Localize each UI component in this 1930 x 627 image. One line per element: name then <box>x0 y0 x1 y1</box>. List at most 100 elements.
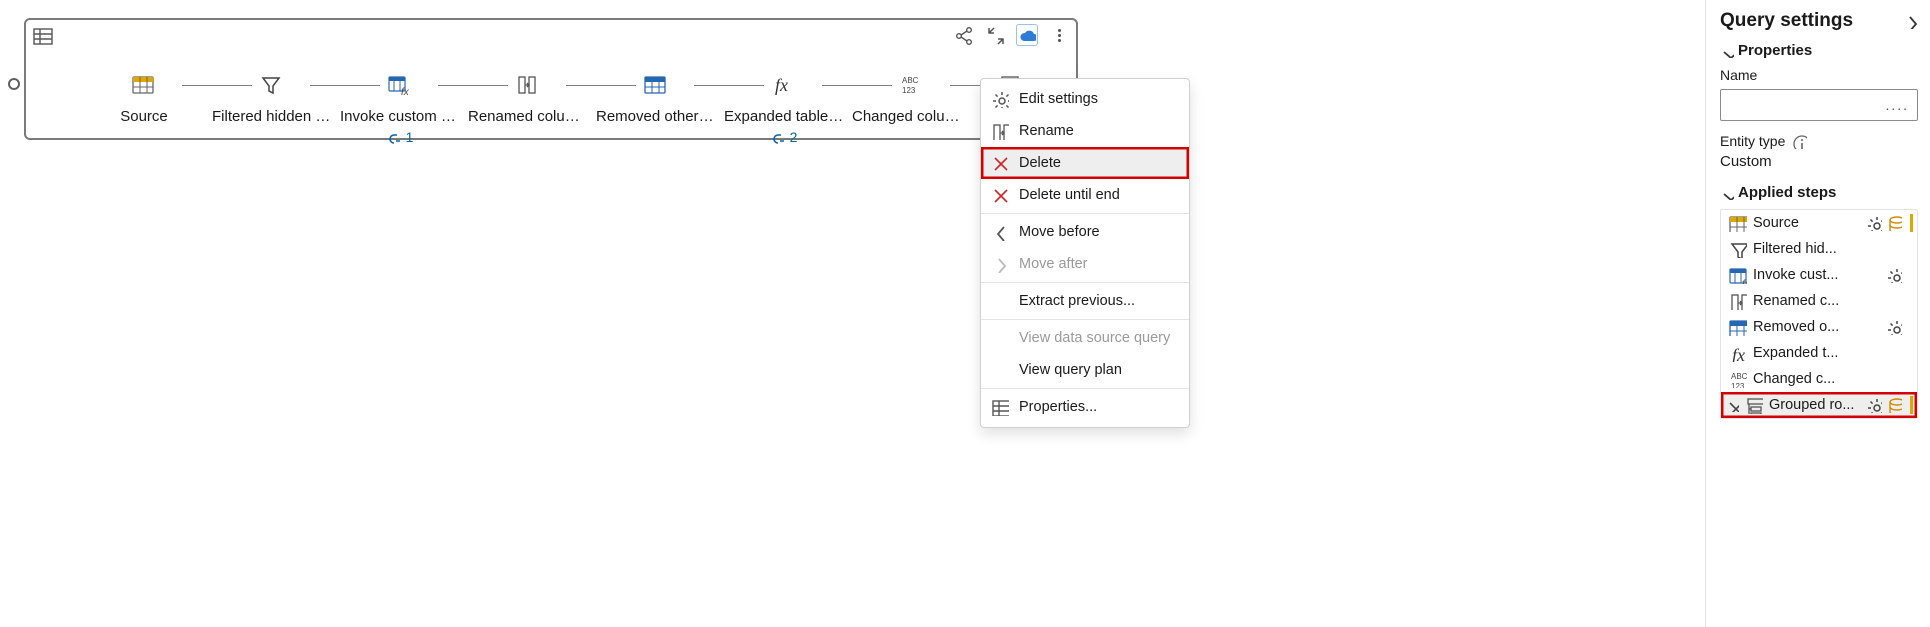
table-icon <box>32 26 54 48</box>
menu-delete[interactable]: Delete <box>981 147 1189 179</box>
abc123-icon <box>1729 370 1747 388</box>
applied-step-label: Invoke cust... <box>1753 267 1880 283</box>
gear-icon <box>991 90 1009 108</box>
menu-label: Edit settings <box>1019 91 1098 107</box>
menu-properties[interactable]: Properties... <box>981 391 1189 423</box>
menu-move-before[interactable]: Move before <box>981 216 1189 248</box>
diagram-step[interactable]: Renamed columns <box>464 70 592 125</box>
menu-rename[interactable]: Rename <box>981 115 1189 147</box>
menu-label: Move before <box>1019 224 1100 240</box>
fold-indicator <box>1910 370 1913 388</box>
applied-steps-list: Source Filtered hid... Invoke cust... Re… <box>1720 209 1918 419</box>
delete-step-icon[interactable] <box>1725 399 1739 412</box>
diagram-step[interactable]: Invoke custom fu... 1 <box>336 70 464 145</box>
entity-type-label: Entity type <box>1720 133 1785 149</box>
applied-step[interactable]: Invoke cust... <box>1721 262 1917 288</box>
gear-icon[interactable] <box>1886 319 1902 335</box>
fold-indicator <box>1910 292 1913 310</box>
menu-edit-settings[interactable]: Edit settings <box>981 83 1189 115</box>
name-label: Name <box>1720 67 1918 83</box>
step-link-badge[interactable]: 1 <box>387 129 414 145</box>
diagram-step[interactable]: Changed column... <box>848 70 976 125</box>
database-icon <box>1886 397 1902 413</box>
gear-icon[interactable] <box>1866 215 1882 231</box>
fold-indicator <box>1910 214 1913 232</box>
group-icon <box>1745 396 1763 414</box>
menu-label: Extract previous... <box>1019 293 1135 309</box>
table-orange-icon <box>1729 214 1747 232</box>
step-link-badge[interactable]: 2 <box>771 129 798 145</box>
fold-indicator <box>1910 266 1913 284</box>
database-icon <box>1886 215 1902 231</box>
applied-step[interactable]: Grouped ro... <box>1721 392 1917 418</box>
menu-label: Delete <box>1019 155 1061 171</box>
applied-step[interactable]: Expanded t... <box>1721 340 1917 366</box>
step-label: Filtered hidden fi... <box>212 108 332 125</box>
table-blue-icon <box>640 70 672 102</box>
applied-step[interactable]: Filtered hid... <box>1721 236 1917 262</box>
applied-step[interactable]: Renamed c... <box>1721 288 1917 314</box>
step-label: Source <box>120 108 168 125</box>
menu-extract-previous[interactable]: Extract previous... <box>981 285 1189 317</box>
table-blue-icon <box>1729 318 1747 336</box>
menu-label: View data source query <box>1019 330 1170 346</box>
applied-step-label: Grouped ro... <box>1769 397 1860 413</box>
close-icon <box>991 186 1009 204</box>
fold-indicator <box>1910 318 1913 336</box>
menu-label: Properties... <box>1019 399 1097 415</box>
panel-title: Query settings <box>1720 10 1853 32</box>
info-icon[interactable] <box>1791 133 1807 149</box>
step-label: Removed other c... <box>596 108 716 125</box>
fold-indicator <box>1910 344 1913 362</box>
diagram-step[interactable]: Source <box>80 70 208 125</box>
diagram-step[interactable]: Expanded table c... 2 <box>720 70 848 145</box>
section-label: Properties <box>1738 42 1812 59</box>
more-options-icon[interactable] <box>1048 24 1070 46</box>
query-diagram-box: Source Filtered hidden fi... Invoke cust… <box>24 18 1078 140</box>
chevron-left-icon <box>991 223 1009 241</box>
applied-step[interactable]: Changed c... <box>1721 366 1917 392</box>
step-label: Renamed columns <box>468 108 588 125</box>
step-label: Invoke custom fu... <box>340 108 460 125</box>
menu-label: View query plan <box>1019 362 1122 378</box>
chevron-right-icon <box>991 255 1009 273</box>
menu-view-query-plan[interactable]: View query plan <box>981 354 1189 386</box>
applied-step[interactable]: Removed o... <box>1721 314 1917 340</box>
close-icon <box>991 154 1009 172</box>
fold-indicator <box>1910 396 1913 414</box>
fold-indicator <box>1910 240 1913 258</box>
properties-section-toggle[interactable]: Properties <box>1720 42 1918 59</box>
step-label: Changed column... <box>852 108 972 125</box>
menu-label: Delete until end <box>1019 187 1120 203</box>
diagram-step[interactable]: Removed other c... <box>592 70 720 125</box>
applied-step-label: Filtered hid... <box>1753 241 1896 257</box>
applied-steps-section-toggle[interactable]: Applied steps <box>1720 184 1918 201</box>
collapse-icon[interactable] <box>984 24 1006 46</box>
rename-col-icon <box>512 70 544 102</box>
funnel-icon <box>1729 240 1747 258</box>
menu-delete-until-end[interactable]: Delete until end <box>981 179 1189 211</box>
applied-step-label: Source <box>1753 215 1860 231</box>
gear-icon[interactable] <box>1866 397 1882 413</box>
rename-col-icon <box>1729 292 1747 310</box>
funnel-icon <box>256 70 288 102</box>
rename-icon <box>991 122 1009 140</box>
diagram-canvas[interactable]: Source Filtered hidden fi... Invoke cust… <box>0 0 1350 627</box>
cloud-status-icon[interactable] <box>1016 24 1038 46</box>
entity-type-value: Custom <box>1720 153 1918 170</box>
diagram-step[interactable]: Filtered hidden fi... <box>208 70 336 125</box>
chevron-right-icon[interactable] <box>1902 13 1918 29</box>
table-icon <box>991 398 1009 416</box>
steps-strip: Source Filtered hidden fi... Invoke cust… <box>80 70 1056 145</box>
gear-icon[interactable] <box>1886 267 1902 283</box>
table-fx-icon <box>1729 266 1747 284</box>
applied-step[interactable]: Source <box>1721 210 1917 236</box>
section-label: Applied steps <box>1738 184 1836 201</box>
query-origin-node[interactable] <box>8 78 20 90</box>
menu-label: Move after <box>1019 256 1088 272</box>
applied-step-label: Removed o... <box>1753 319 1880 335</box>
table-orange-icon <box>128 70 160 102</box>
query-name-input[interactable] <box>1720 89 1918 121</box>
step-context-menu: Edit settings Rename Delete Delete until… <box>980 78 1190 428</box>
share-icon[interactable] <box>952 24 974 46</box>
